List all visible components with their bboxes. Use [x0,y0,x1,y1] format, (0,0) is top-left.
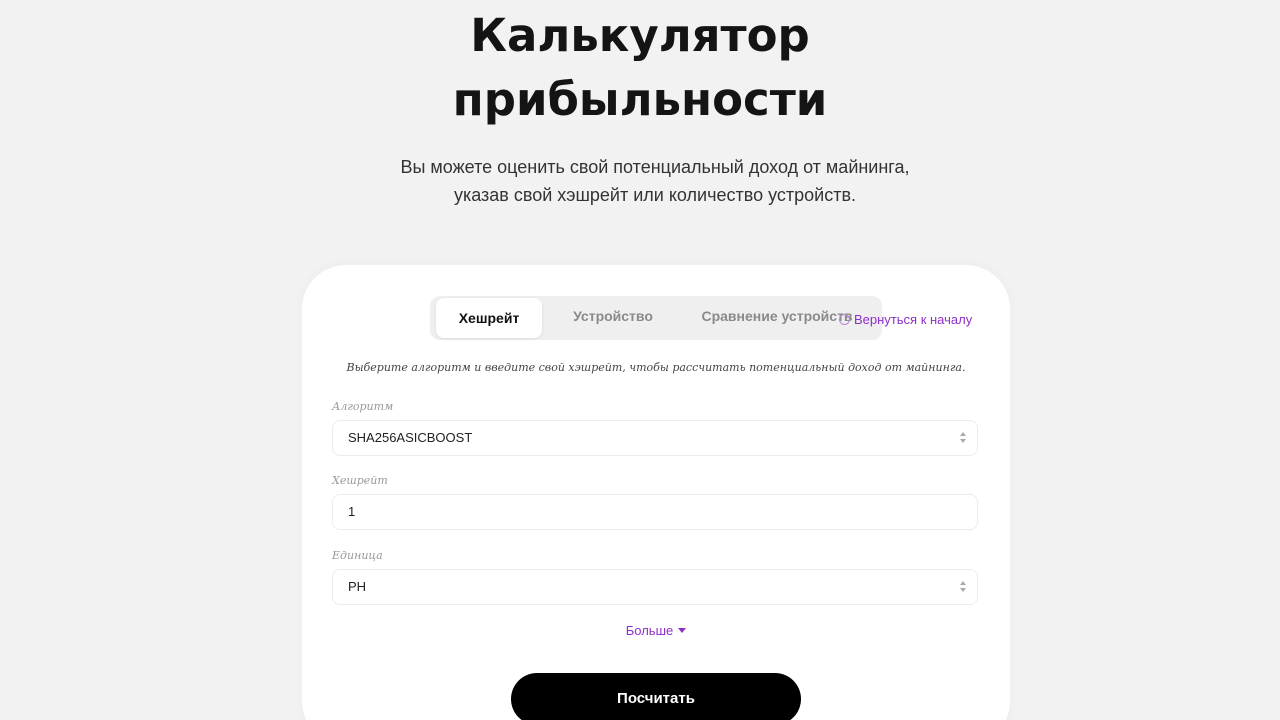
algorithm-label: Алгоритм [332,400,394,413]
page-title: Калькулятор прибыльности [0,4,1280,132]
select-arrows-icon [959,581,967,593]
page-subtitle-line-1: Вы можете оценить свой потенциальный дох… [400,157,910,177]
unit-label: Единица [332,549,383,562]
more-options-label: Больше [625,623,674,638]
mode-tabs: Хешрейт Устройство Сравнение устройств [430,296,882,340]
calculate-button[interactable]: Посчитать [511,673,801,720]
algorithm-select[interactable]: SHA256ASICBOOST [332,420,978,456]
unit-select[interactable]: PH [332,569,978,605]
back-to-start-link[interactable]: Вернуться к началу [839,312,972,327]
hashrate-value: 1 [348,504,356,519]
back-to-start-label: Вернуться к началу [854,312,973,327]
tab-hashrate[interactable]: Хешрейт [436,298,542,338]
circle-back-icon [839,314,850,325]
select-arrows-icon [959,432,967,444]
form-hint: Выберите алгоритм и введите свой хэшрейт… [346,361,966,374]
tab-compare-devices[interactable]: Сравнение устройств [692,296,862,340]
hashrate-input[interactable]: 1 [332,494,978,530]
hashrate-label: Хешрейт [332,474,388,487]
page: Калькулятор прибыльности Вы можете оцени… [0,0,1280,720]
unit-value: PH [348,579,367,594]
algorithm-value: SHA256ASICBOOST [348,430,473,445]
page-subtitle-line-2: указав свой хэшрейт или количество устро… [453,185,857,205]
page-title-line-1: Калькулятор [470,9,810,62]
caret-down-icon [678,628,687,633]
page-title-line-2: прибыльности [452,73,828,126]
page-subtitle: Вы можете оценить свой потенциальный дох… [340,153,970,209]
more-options-toggle[interactable]: Больше [302,623,1010,638]
calculator-card: Хешрейт Устройство Сравнение устройств В… [302,265,1010,720]
tab-device[interactable]: Устройство [558,296,668,340]
